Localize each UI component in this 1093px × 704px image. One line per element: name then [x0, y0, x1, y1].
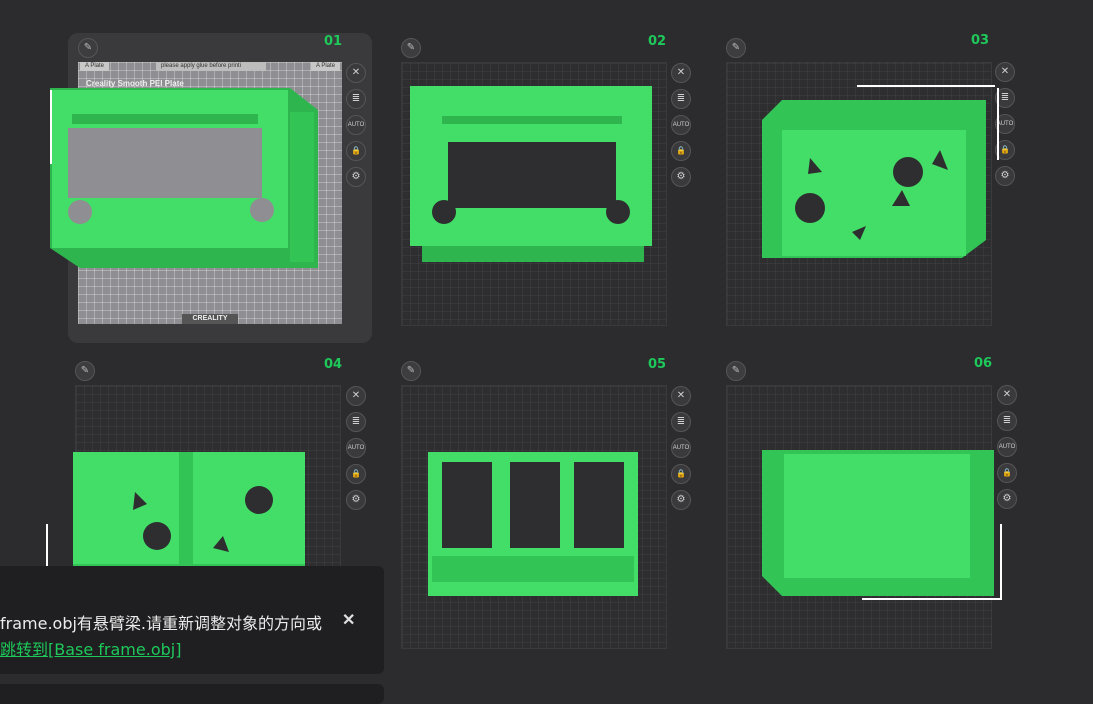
- plate-toolbar: ✕ ≣ AUTO 🔒 ⚙: [997, 385, 1019, 515]
- selection-bracket: [862, 598, 1000, 600]
- close-icon[interactable]: ✕: [997, 385, 1017, 405]
- frame-model-front-view[interactable]: [50, 88, 320, 270]
- auto-arrange-icon[interactable]: AUTO: [997, 437, 1017, 457]
- lock-icon[interactable]: 🔒: [997, 463, 1017, 483]
- selection-bracket: [50, 90, 52, 164]
- frame-model-top-view[interactable]: [428, 452, 640, 598]
- auto-arrange-icon[interactable]: AUTO: [671, 115, 691, 135]
- gear-icon[interactable]: ⚙: [997, 489, 1017, 509]
- edit-plate-name-icon[interactable]: ✎: [726, 361, 746, 381]
- lock-icon[interactable]: 🔒: [671, 464, 691, 484]
- auto-arrange-icon[interactable]: AUTO: [346, 115, 366, 135]
- plate-number: 02: [648, 34, 667, 49]
- gear-icon[interactable]: ⚙: [346, 490, 366, 510]
- selection-bracket: [1000, 524, 1002, 600]
- edit-plate-name-icon[interactable]: ✎: [726, 38, 746, 58]
- list-icon[interactable]: ≣: [671, 89, 691, 109]
- auto-arrange-icon[interactable]: AUTO: [346, 438, 366, 458]
- creality-logo: CREALITY: [182, 314, 238, 324]
- plate-toolbar: ✕ ≣ AUTO 🔒 ⚙: [671, 63, 693, 193]
- edit-plate-name-icon[interactable]: ✎: [78, 38, 98, 58]
- close-icon[interactable]: ✕: [342, 610, 355, 630]
- list-icon[interactable]: ≣: [346, 412, 366, 432]
- edit-plate-name-icon[interactable]: ✎: [75, 361, 95, 381]
- plate-number: 06: [974, 356, 993, 371]
- frame-model-perspective-view[interactable]: [762, 90, 994, 260]
- plate-tab-center: please apply glue before printi: [156, 62, 266, 71]
- frame-model-bottom-view[interactable]: [762, 450, 996, 598]
- edit-plate-name-icon[interactable]: ✎: [401, 361, 421, 381]
- close-icon[interactable]: ✕: [671, 386, 691, 406]
- gear-icon[interactable]: ⚙: [671, 490, 691, 510]
- jump-to-object-link[interactable]: 跳转到[Base frame.obj]: [0, 636, 181, 660]
- gear-icon[interactable]: ⚙: [995, 166, 1015, 186]
- list-icon[interactable]: ≣: [346, 89, 366, 109]
- auto-arrange-icon[interactable]: AUTO: [671, 438, 691, 458]
- plate-number: 01: [324, 34, 343, 49]
- plate-type-title: Creality Smooth PEI Plate: [86, 79, 184, 88]
- plate-tab-right: A Plate: [310, 62, 340, 71]
- plate-number: 04: [324, 357, 343, 372]
- plate-number: 05: [648, 357, 667, 372]
- toast-message: frame.obj有悬臂梁.请重新调整对象的方向或: [0, 614, 323, 633]
- close-icon[interactable]: ✕: [346, 63, 366, 83]
- selection-bracket: [997, 88, 999, 160]
- warning-toast: frame.obj有悬臂梁.请重新调整对象的方向或 跳转到[Base frame…: [0, 566, 384, 674]
- frame-model-front-view[interactable]: [410, 86, 654, 264]
- gear-icon[interactable]: ⚙: [346, 167, 366, 187]
- lock-icon[interactable]: 🔒: [346, 141, 366, 161]
- close-icon[interactable]: ✕: [995, 62, 1015, 82]
- plate-toolbar: ✕ ≣ AUTO 🔒 ⚙: [346, 386, 368, 516]
- lock-icon[interactable]: 🔒: [346, 464, 366, 484]
- selection-bracket: [857, 85, 995, 87]
- secondary-toast: [0, 684, 384, 704]
- plate-toolbar: ✕ ≣ AUTO 🔒 ⚙: [671, 386, 693, 516]
- list-icon[interactable]: ≣: [671, 412, 691, 432]
- plate-tab-left: A Plate: [80, 62, 110, 71]
- plate-toolbar: ✕ ≣ AUTO 🔒 ⚙: [346, 63, 368, 193]
- list-icon[interactable]: ≣: [997, 411, 1017, 431]
- lock-icon[interactable]: 🔒: [671, 141, 691, 161]
- edit-plate-name-icon[interactable]: ✎: [401, 38, 421, 58]
- close-icon[interactable]: ✕: [671, 63, 691, 83]
- plate-number: 03: [971, 33, 990, 48]
- gear-icon[interactable]: ⚙: [671, 167, 691, 187]
- close-icon[interactable]: ✕: [346, 386, 366, 406]
